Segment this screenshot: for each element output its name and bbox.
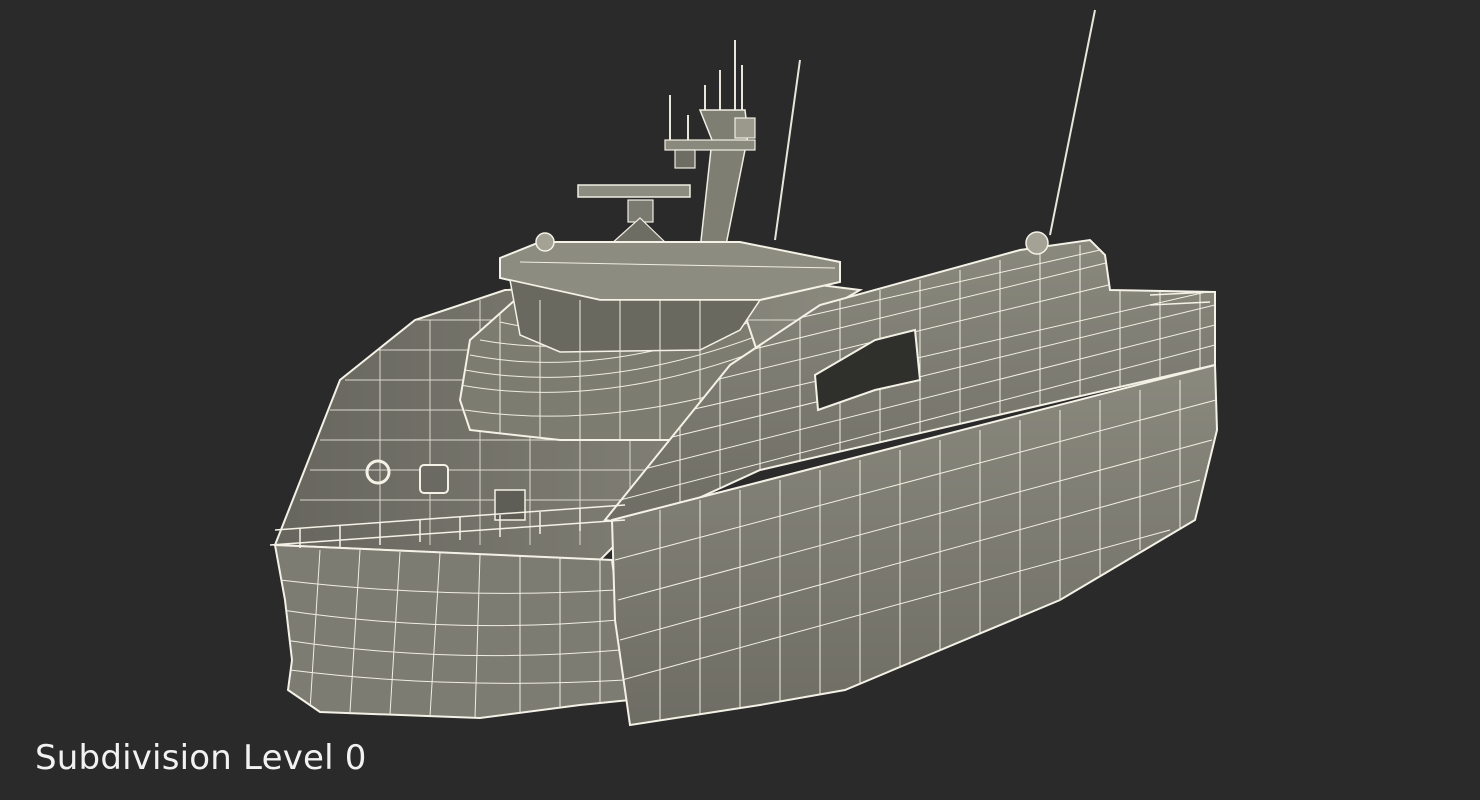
left-hull [273, 543, 632, 720]
render-viewport: Subdivision Level 0 [0, 0, 1480, 800]
catamaran-wireframe-render [269, 9, 1219, 727]
subdivision-level-caption: Subdivision Level 0 [35, 738, 367, 778]
